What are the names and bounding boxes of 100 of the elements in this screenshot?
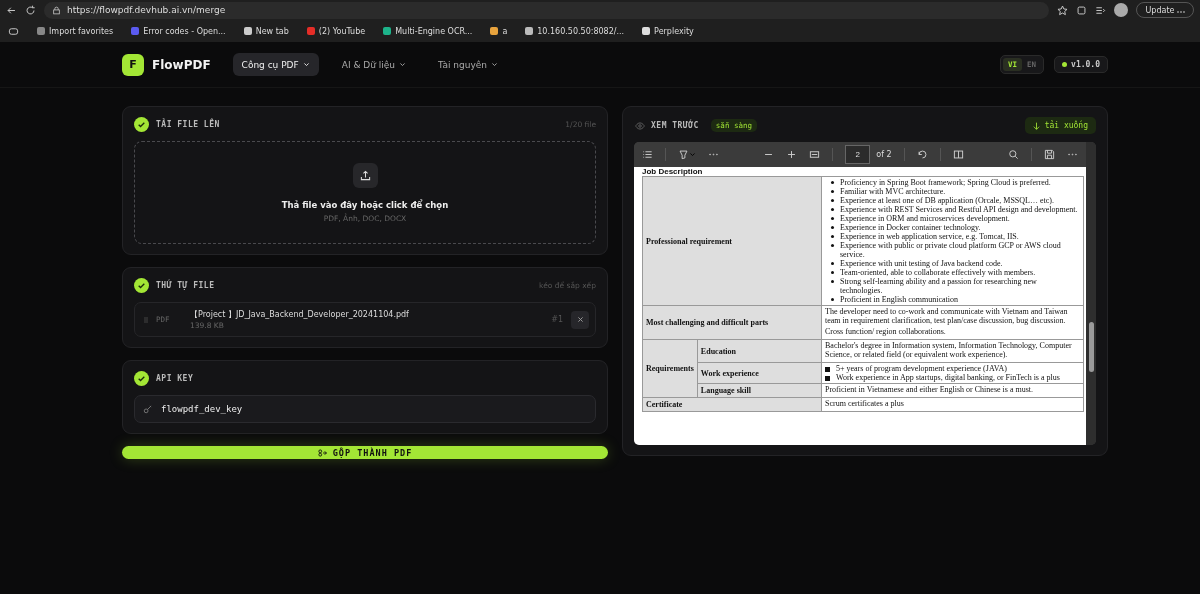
brand-name: FlowPDF (152, 57, 211, 72)
list-item-text: Experience in web application service, e.g. Tomcat, IIS. (840, 232, 1019, 241)
list-item-text: Team-oriented, able to collaborate effectively with members. (840, 268, 1036, 277)
nav-menu[interactable]: Công cụ PDF (232, 53, 319, 76)
merge-button[interactable]: GỘP THÀNH PDF (122, 446, 608, 459)
card-title: API KEY (156, 374, 194, 383)
check-icon (134, 371, 149, 386)
download-button[interactable]: tải xuống (1024, 117, 1096, 134)
paragraph-text: Cross function/ region collaborations. (825, 327, 947, 336)
url-text: https://flowpdf.devhub.ai.vn/merge (67, 5, 226, 15)
list-item-text: Experience in Docker container technology. (840, 223, 981, 232)
page-number-field[interactable]: 2 (845, 145, 871, 164)
profile-avatar-icon[interactable] (1114, 3, 1129, 17)
favorites-icon (1095, 4, 1107, 16)
page-total: of 2 (876, 150, 892, 159)
bookmark-link[interactable]: (2) YouTube (306, 26, 366, 36)
card-title: THỨ TỰ FILE (156, 281, 215, 290)
paragraph-text: Proficient in Vietnamese and either English or Chinese is a must. (825, 385, 1034, 394)
bookmark-link[interactable]: Perplexity (642, 26, 694, 36)
bullet-icon (831, 190, 834, 193)
fit-page-button[interactable] (809, 149, 821, 160)
bullet-icon (831, 280, 834, 283)
list-item-text: Strong self-learning ability and a passion for researching new technologies. (840, 277, 1038, 295)
list-item-text: Experience at least one of DB application (Orcale, MSSQL… etc). (840, 196, 1054, 205)
bookmark-link[interactable]: Error codes - Open... (131, 26, 226, 36)
list-icon (642, 149, 653, 160)
file-name: 【Project 】JD_Java_Backend_Developer_20241104.pdf (190, 309, 409, 320)
highlighter-icon (678, 149, 689, 160)
bookmark-link[interactable]: Multi-Engine OCR... (383, 26, 473, 36)
scrollbar[interactable] (1086, 142, 1096, 445)
bullet-icon (831, 208, 834, 211)
drop-text: Thả file vào đây hoặc click để chọn (281, 199, 449, 210)
list-item-text: Work experience in App startups, digital banking, or FinTech is a plus (836, 373, 1060, 382)
close-button[interactable] (571, 310, 589, 329)
row-label: Requirements (642, 339, 698, 398)
page-view-button[interactable] (952, 149, 964, 160)
document-heading: Job Description (642, 167, 704, 176)
paragraph-text: Scrum certificates a plus (825, 399, 905, 408)
bookmark-link[interactable]: Import favorites (37, 26, 114, 36)
chevron-down-icon (399, 61, 406, 68)
bookmark-link[interactable]: 10.160.50.50:8082/... (525, 26, 625, 36)
list-item-text: Experience with public or private cloud platform GCP or AWS cloud service. (840, 241, 1062, 259)
check-icon (134, 117, 149, 132)
bullet-icon (831, 181, 834, 184)
bullet-icon (825, 367, 830, 372)
plus-icon (786, 149, 798, 160)
bullet-icon (831, 244, 834, 247)
file-index: #1 (551, 315, 563, 324)
bullet-icon (831, 235, 834, 238)
list-item-text: Proficiency in Spring Boot framework; Spring Cloud is preferred. (840, 178, 1051, 187)
fit-width-icon (809, 149, 821, 160)
update-button[interactable]: Update (1136, 2, 1194, 18)
list-item-text: Proficient in English communication (840, 295, 958, 304)
sidebar-icon (8, 25, 19, 37)
page-view-icon (952, 149, 964, 160)
save-icon (1044, 149, 1055, 160)
refresh-icon (25, 4, 36, 16)
search-icon (1008, 149, 1019, 160)
bullet-icon (831, 262, 834, 265)
bookmark-link[interactable]: New tab (243, 26, 289, 36)
chevron-down-icon (302, 61, 310, 68)
bullet-icon (831, 298, 834, 301)
save-button[interactable] (1044, 149, 1055, 160)
card-title: TẢI FILE LÊN (156, 120, 220, 129)
bookmark-link[interactable]: a (490, 26, 508, 36)
highlight-tool[interactable] (678, 149, 696, 160)
card-title: XEM TRƯỚC (651, 121, 699, 130)
row-label: Professional requirement (642, 176, 822, 306)
bullet-icon (831, 199, 834, 202)
eye-icon (635, 120, 645, 131)
outline-icon[interactable] (642, 149, 653, 160)
search-button[interactable] (1008, 149, 1019, 160)
version-badge: v1.0.0 (1054, 56, 1108, 73)
rotate-button[interactable] (916, 149, 928, 160)
address-bar[interactable]: https://flowpdf.devhub.ai.vn/merge (44, 1, 1050, 19)
check-icon (134, 278, 149, 293)
download-icon (1032, 121, 1040, 130)
close-icon (576, 316, 584, 323)
row-label: Education (697, 339, 822, 363)
paragraph-text: Bachelor's degree in Information system, Information Technology, Computer Science, or related field (or equivalent work experience). (825, 341, 1073, 359)
zoom-in-button[interactable] (786, 149, 798, 160)
bullet-icon (825, 376, 830, 381)
bullet-icon (831, 271, 834, 274)
back-arrow-icon (6, 4, 17, 16)
api-key-field[interactable]: flowpdf_dev_key (134, 395, 596, 423)
lock-icon (52, 5, 61, 15)
list-item-text: Experience with REST Services and Restful API design and development. (840, 205, 1078, 214)
rotate-icon (916, 149, 928, 160)
extension-icon (1076, 4, 1088, 16)
nav-menu[interactable]: Tài nguyên (429, 53, 508, 76)
nav-menu[interactable]: AI & Dữ liệu (332, 53, 415, 76)
chevron-down-icon (689, 151, 696, 158)
paragraph-text: The developer need to co-work and communicate with Vietnam and Taiwan team in requirement clarification, test plan/case discussion, bug discussion. (825, 307, 1069, 325)
chevron-down-icon (491, 61, 499, 68)
list-item-text: Experience with unit testing of Java backend code. (840, 259, 1003, 268)
key-icon (143, 404, 153, 414)
list-item-text: 5+ years of program development experience (JAVA) (836, 364, 1007, 373)
logo-icon[interactable]: F (122, 53, 144, 76)
merge-icon (317, 448, 327, 457)
row-label: Most challenging and difficult parts (642, 305, 822, 340)
